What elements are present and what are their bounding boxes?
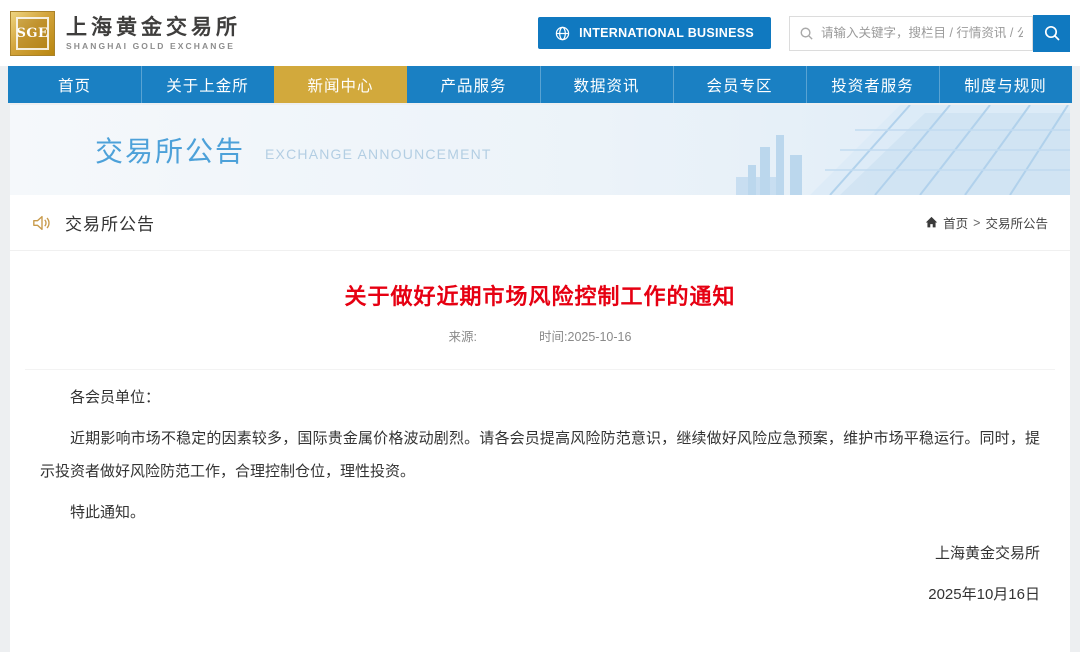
international-business-label: INTERNATIONAL BUSINESS (579, 26, 754, 40)
meta-divider (25, 369, 1055, 370)
banner-title-cn: 交易所公告 (95, 136, 246, 167)
globe-icon (555, 26, 570, 41)
top-header: SGE 上海黄金交易所 SHANGHAI GOLD EXCHANGE INTER… (0, 0, 1080, 66)
article: 关于做好近期市场风险控制工作的通知 来源: 时间:2025-10-16 各会员单位… (10, 251, 1070, 612)
breadcrumb-separator: > (973, 215, 981, 230)
article-time-value: 2025-10-16 (567, 330, 632, 344)
article-paragraph: 各会员单位： (70, 389, 161, 406)
article-time-label: 时间: (539, 330, 568, 344)
logo-title-en: SHANGHAI GOLD EXCHANGE (66, 41, 235, 52)
search-box (789, 15, 1033, 51)
sge-logo-icon: SGE (10, 10, 55, 56)
breadcrumb-current: 交易所公告 (985, 217, 1048, 231)
nav-item-investor-services[interactable]: 投资者服务 (806, 66, 939, 103)
article-title: 关于做好近期市场风险控制工作的通知 (344, 284, 736, 309)
logo-title-cn: 上海黄金交易所 (66, 13, 241, 39)
international-business-button[interactable]: INTERNATIONAL BUSINESS (538, 17, 771, 49)
nav-item-about[interactable]: 关于上金所 (141, 66, 274, 103)
section-header: 交易所公告 首页 > 交易所公告 (10, 195, 1070, 251)
search-submit-button[interactable] (1033, 14, 1070, 52)
main-nav: 首页 关于上金所 新闻中心 产品服务 数据资讯 会员专区 投资者服务 制度与规则 (8, 66, 1072, 103)
search-input[interactable] (821, 26, 1023, 40)
article-signature: 上海黄金交易所 (934, 545, 1040, 562)
search-icon (799, 26, 814, 41)
content-card: 交易所公告 首页 > 交易所公告 关于做好近期市场风险控制工作的通知 来源: 时间… (10, 195, 1070, 652)
nav-item-home[interactable]: 首页 (8, 66, 141, 103)
article-meta: 来源: 时间:2025-10-16 (40, 326, 1040, 345)
breadcrumb: 首页 > 交易所公告 (925, 213, 1048, 232)
article-paragraph: 特此通知。 (70, 503, 146, 521)
breadcrumb-home[interactable]: 首页 (943, 213, 968, 232)
nav-item-news-center[interactable]: 新闻中心 (274, 66, 407, 103)
speaker-icon (32, 214, 52, 232)
article-body: 各会员单位： 近期影响市场不稳定的因素较多，国际贵金属价格波动剧烈。请各会员提高… (40, 382, 1040, 612)
search-submit-icon (1043, 24, 1061, 42)
home-icon (925, 216, 938, 229)
nav-item-members[interactable]: 会员专区 (673, 66, 806, 103)
section-title: 交易所公告 (65, 215, 155, 234)
article-source-label: 来源: (448, 330, 478, 344)
nav-item-data[interactable]: 数据资讯 (540, 66, 673, 103)
nav-item-rules[interactable]: 制度与规则 (939, 66, 1072, 103)
article-paragraph: 近期影响市场不稳定的因素较多，国际贵金属价格波动剧烈。请各会员提高风险防范意识，… (40, 430, 1040, 480)
sge-logo[interactable]: SGE 上海黄金交易所 SHANGHAI GOLD EXCHANGE (10, 10, 241, 56)
announcement-banner: 交易所公告 EXCHANGE ANNOUNCEMENT (10, 105, 1070, 195)
building-graphic (736, 105, 1070, 195)
nav-item-products[interactable]: 产品服务 (407, 66, 540, 103)
article-date: 2025年10月16日 (928, 586, 1040, 604)
banner-title-en: EXCHANGE ANNOUNCEMENT (265, 146, 492, 162)
